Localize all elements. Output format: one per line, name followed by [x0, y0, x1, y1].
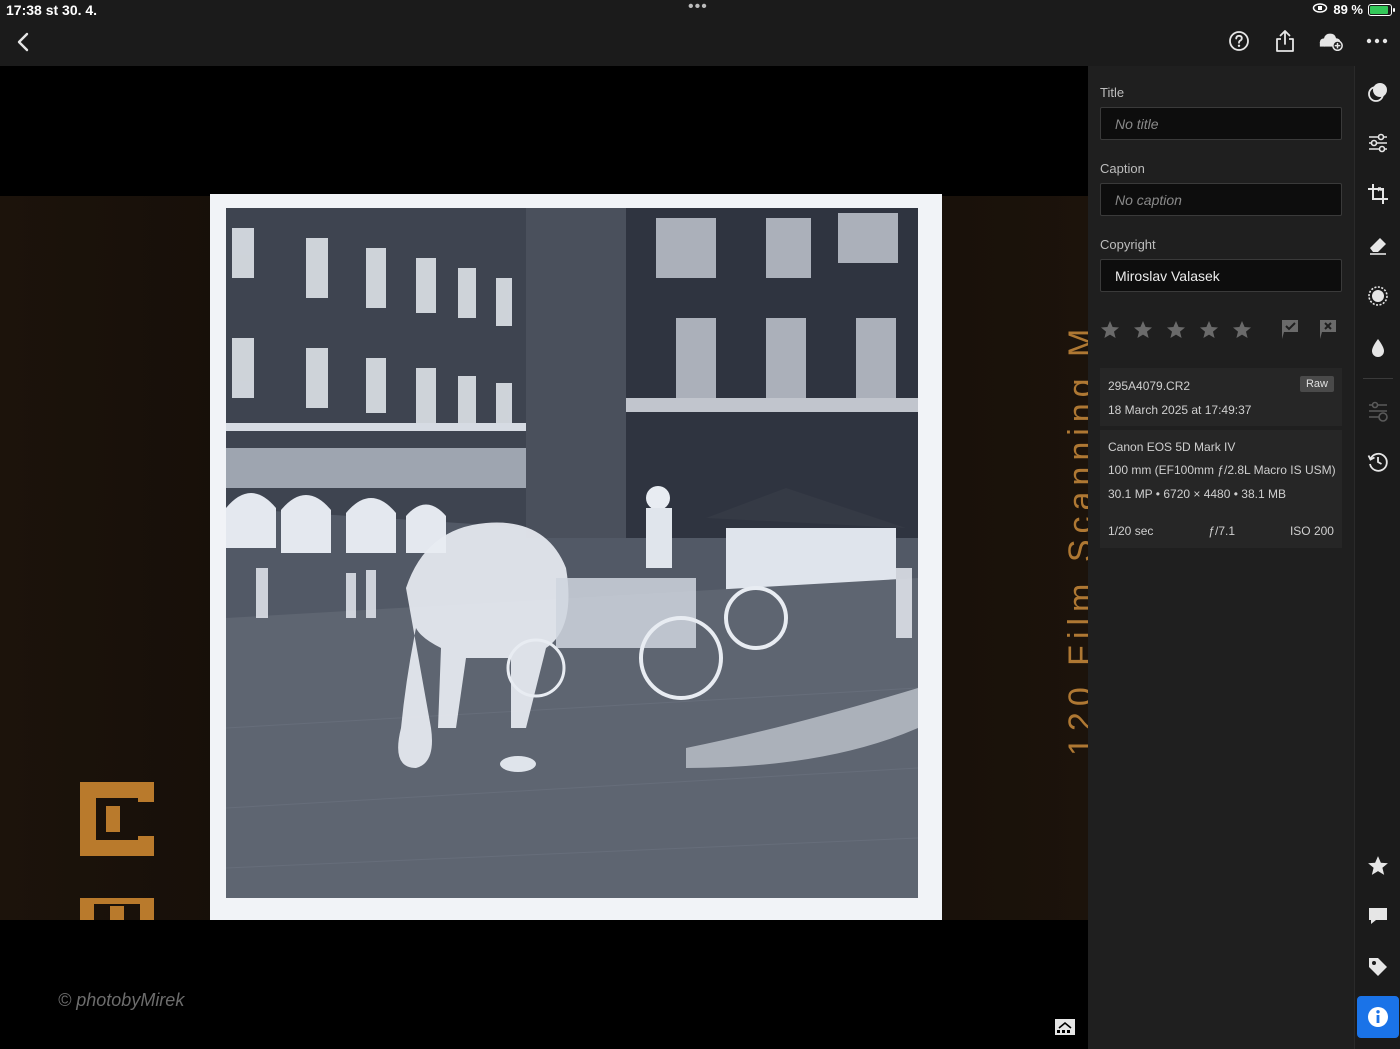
star-1-button[interactable] [1100, 318, 1133, 340]
filmstrip-toggle-button[interactable] [1054, 1018, 1076, 1036]
lens-info: 100 mm (EF100mm ƒ/2.8L Macro IS USM) [1108, 463, 1336, 477]
exif-row: 1/20 sec ƒ/7.1 ISO 200 [1108, 524, 1334, 538]
filmstrip-icon [1055, 1019, 1075, 1035]
reject-flag-button[interactable] [1317, 318, 1339, 340]
status-time: 17:38 st 30. 4. [6, 2, 98, 18]
caption-field[interactable]: No caption [1100, 183, 1342, 216]
versions-icon [1369, 401, 1388, 422]
battery-icon [1368, 3, 1395, 16]
camera-info-card: Canon EOS 5D Mark IV 100 mm (EF100mm ƒ/2… [1100, 430, 1342, 548]
star-5-button[interactable] [1232, 318, 1265, 340]
film-edge-text: 120 Film Scanning M [1062, 322, 1088, 756]
photo-image [226, 208, 918, 898]
info-icon [1368, 1007, 1388, 1027]
pick-flag-button[interactable] [1279, 318, 1301, 340]
keyword-icon [1369, 958, 1387, 976]
help-button[interactable] [1226, 28, 1252, 54]
star-icon [1200, 320, 1218, 338]
star-icon [1134, 320, 1152, 338]
film-edge-mark [80, 782, 154, 856]
adjust-button[interactable] [1366, 131, 1390, 155]
aperture: ƒ/7.1 [1208, 524, 1236, 538]
tool-rail [1354, 66, 1400, 1049]
cloud-add-icon [1319, 33, 1343, 52]
watermark: © photobyMirek [58, 990, 185, 1010]
iso: ISO 200 [1289, 524, 1334, 538]
info-button[interactable] [1357, 996, 1399, 1038]
toolbar [1226, 28, 1390, 54]
file-name: 295A4079.CR2 [1108, 379, 1191, 393]
file-info-card: 295A4079.CR2 Raw 18 March 2025 at 17:49:… [1100, 368, 1342, 426]
rate-icon [1368, 855, 1388, 875]
caption-label: Caption [1100, 161, 1145, 176]
photo-viewer[interactable]: 120 Film Scanning M © photobyMirek [0, 66, 1088, 1049]
rating-row [1100, 318, 1346, 340]
star-icon [1233, 320, 1251, 338]
file-type-badge: Raw [1299, 376, 1334, 392]
healing-button[interactable] [1366, 233, 1390, 257]
star-icon [1101, 320, 1119, 338]
film-edge-mark [80, 898, 154, 920]
multitask-dots[interactable]: ••• [688, 0, 708, 16]
rate-button[interactable] [1366, 853, 1390, 877]
help-icon [1229, 31, 1249, 51]
star-icon [1167, 320, 1185, 338]
back-icon [17, 32, 29, 52]
orientation-lock-icon [1312, 2, 1328, 17]
masking-icon [1368, 286, 1388, 306]
copyright-label: Copyright [1100, 237, 1156, 252]
more-button[interactable] [1364, 28, 1390, 54]
capture-date: 18 March 2025 at 17:49:37 [1108, 403, 1252, 417]
camera-model: Canon EOS 5D Mark IV [1108, 440, 1236, 454]
versions-button[interactable] [1366, 399, 1390, 423]
color-mix-button[interactable] [1366, 336, 1390, 360]
crop-button[interactable] [1366, 182, 1390, 206]
info-panel: Title No title Caption No caption Copyri… [1088, 66, 1354, 1049]
shutter-speed: 1/20 sec [1108, 524, 1154, 538]
adjust-icon [1369, 133, 1387, 153]
history-button[interactable] [1366, 450, 1390, 474]
pick-flag-icon [1282, 320, 1298, 339]
comments-button[interactable] [1366, 904, 1390, 928]
crop-icon [1368, 184, 1388, 204]
star-4-button[interactable] [1199, 318, 1232, 340]
comments-icon [1369, 908, 1387, 924]
top-bar: 17:38 st 30. 4. ••• 89 % [0, 0, 1400, 66]
share-icon [1276, 30, 1294, 52]
status-indicators: 89 % [1312, 2, 1395, 17]
presets-icon [1368, 83, 1387, 102]
share-button[interactable] [1272, 28, 1298, 54]
back-button[interactable] [12, 30, 36, 54]
image-dimensions: 30.1 MP • 6720 × 4480 • 38.1 MB [1108, 487, 1286, 501]
masking-button[interactable] [1366, 284, 1390, 308]
color-drop-icon [1372, 339, 1384, 357]
title-field[interactable]: No title [1100, 107, 1342, 140]
healing-icon [1370, 238, 1386, 255]
title-label: Title [1100, 85, 1125, 100]
reject-flag-icon [1320, 320, 1336, 339]
history-icon [1367, 452, 1388, 472]
rail-divider [1363, 378, 1393, 379]
star-2-button[interactable] [1133, 318, 1166, 340]
copyright-field[interactable]: Miroslav Valasek [1100, 259, 1342, 292]
battery-percent: 89 % [1333, 2, 1363, 17]
keywords-button[interactable] [1366, 955, 1390, 979]
star-3-button[interactable] [1166, 318, 1199, 340]
more-icon [1366, 38, 1388, 44]
presets-button[interactable] [1366, 80, 1390, 104]
cloud-add-button[interactable] [1318, 28, 1344, 54]
